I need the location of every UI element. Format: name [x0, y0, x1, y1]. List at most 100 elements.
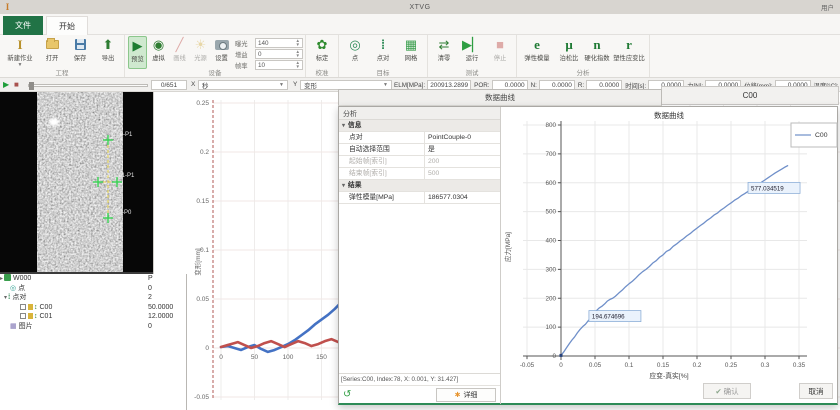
- svg-text:500: 500: [545, 209, 556, 216]
- mu-letter-icon: μ: [565, 36, 573, 52]
- frame-slider-thumb[interactable]: [29, 82, 34, 90]
- calibration-target-icon: ✿: [316, 36, 328, 52]
- specimen-image: C00-P1 C01-P0 C01-P1 C00-P0: [37, 92, 135, 272]
- open-folder-icon: [45, 38, 59, 49]
- property-group-result[interactable]: ▾ 结果: [339, 180, 500, 192]
- eye-icon: ◉: [152, 36, 165, 52]
- undo-icon[interactable]: ↺: [343, 389, 351, 400]
- run-icon: ▶▏: [462, 36, 482, 52]
- hardening-index-button[interactable]: n 硬化指数: [584, 36, 610, 69]
- svg-text:0.1: 0.1: [625, 362, 634, 369]
- tab-home[interactable]: 开始: [46, 16, 88, 35]
- x-axis-select[interactable]: 秒 ▼: [198, 80, 288, 90]
- sun-icon: ☀: [194, 36, 207, 52]
- point-button[interactable]: ◎ 点: [342, 36, 368, 69]
- grid-button[interactable]: ▦ 网格: [398, 36, 424, 69]
- new-job-icon: I: [17, 36, 23, 52]
- expander-icon[interactable]: ▸: [0, 276, 3, 282]
- title-bar: I XTVG 用户: [0, 0, 840, 14]
- tag-icon: [28, 303, 33, 310]
- job-icon: [4, 274, 12, 281]
- zero-button[interactable]: ⇄ 清零: [431, 36, 457, 69]
- svg-text:数据曲线: 数据曲线: [654, 110, 684, 120]
- svg-text:100: 100: [545, 324, 556, 331]
- ribbon-tab-bar: 文件 开始: [0, 14, 840, 35]
- svg-text:0: 0: [559, 362, 563, 369]
- property-row[interactable]: 弹性模量[MPa] 186577.0304: [339, 192, 500, 204]
- virtual-button[interactable]: ◉ 虚拟: [149, 36, 168, 69]
- bright-spot: [49, 118, 59, 126]
- user-label[interactable]: 用户: [821, 2, 834, 12]
- camera-image-panel[interactable]: C00-P1 C01-P0 C01-P1 C00-P0: [0, 92, 153, 272]
- calibrate-button[interactable]: ✿ 标定: [309, 36, 335, 69]
- data-curve-dialog: 分析 ▾ 信息 点对 PointCouple-0 自动选择范围 是 起始帧[索引…: [338, 106, 838, 405]
- chevron-down-icon: ▼: [383, 82, 388, 88]
- check-icon: ✔: [715, 387, 722, 396]
- svg-text:0.2: 0.2: [200, 149, 209, 156]
- svg-text:应变-真实[%]: 应变-真实[%]: [649, 371, 688, 380]
- tree-item-c01[interactable]: ↕ C01 12.0000: [0, 312, 186, 322]
- exposure-field[interactable]: 140 ▲ ▼: [255, 38, 303, 48]
- stop-playback-button[interactable]: ■: [14, 81, 19, 89]
- tree-item-points[interactable]: ◎ 点 0: [0, 284, 186, 294]
- grid-icon: ▦: [404, 36, 418, 52]
- tree-root-w000[interactable]: ▸ W000 P: [0, 274, 186, 284]
- document-tab-c00[interactable]: C00: [661, 86, 839, 105]
- pen-icon: ╱: [175, 36, 184, 52]
- svg-text:-0.05: -0.05: [520, 362, 535, 369]
- ribbon: I 新建作业 ▼ 打开 保存 ⬆ 导出 工程 ▶ 预览 ◉ 虚拟 ╱ 画线 ☀ …: [0, 35, 840, 78]
- panel-header: 分析: [339, 107, 500, 120]
- zero-arrows-icon: ⇄: [438, 36, 450, 52]
- n-letter-icon: n: [593, 36, 601, 52]
- property-row[interactable]: 点对 PointCouple-0: [339, 132, 500, 144]
- tree-item-point-pairs[interactable]: ▾⁞ 点对 2: [0, 293, 186, 303]
- tree-item-c00[interactable]: ↕ C00 50.0000: [0, 303, 186, 313]
- updown-icon: ↕: [34, 303, 38, 311]
- svg-text:-0.05: -0.05: [194, 394, 209, 401]
- preview-button[interactable]: ▶ 预览: [128, 36, 147, 69]
- export-button[interactable]: ⬆ 导出: [95, 36, 121, 69]
- svg-text:0.2: 0.2: [693, 362, 702, 369]
- frame-counter[interactable]: 0/651: [151, 80, 187, 90]
- window-title: XTVG: [409, 3, 431, 11]
- confirm-button[interactable]: ✔ 确认: [703, 383, 751, 399]
- y-axis-label: Y: [293, 81, 298, 88]
- camera-settings-button[interactable]: 设置: [212, 36, 231, 69]
- gain-field[interactable]: 0 ▲ ▼: [255, 49, 303, 59]
- elastic-modulus-button[interactable]: e 弹性模量: [520, 36, 554, 69]
- tree-item-images[interactable]: ▦ 图片 0: [0, 322, 186, 332]
- expander-icon[interactable]: ▾: [4, 295, 7, 301]
- save-button[interactable]: 保存: [67, 36, 93, 69]
- svg-text:0.35: 0.35: [793, 362, 806, 369]
- tab-file[interactable]: 文件: [3, 16, 43, 35]
- svg-text:C00: C00: [815, 132, 828, 139]
- point-pair-button[interactable]: ⁞ 点对: [370, 36, 396, 69]
- property-row[interactable]: 自动选择范围 是: [339, 144, 500, 156]
- image-icon: ▦: [10, 322, 17, 330]
- svg-text:200: 200: [545, 295, 556, 302]
- new-job-button[interactable]: I 新建作业 ▼: [3, 36, 37, 69]
- svg-text:600: 600: [545, 180, 556, 187]
- dialog-title-bar[interactable]: 数据曲线: [338, 89, 662, 106]
- save-icon: [74, 39, 86, 50]
- cancel-button[interactable]: 取消: [799, 383, 833, 399]
- run-button[interactable]: ▶▏ 运行: [459, 36, 485, 69]
- frame-slider[interactable]: [28, 82, 148, 90]
- checkbox[interactable]: [20, 303, 26, 310]
- plastic-strain-ratio-button[interactable]: r 塑性应变比: [612, 36, 646, 69]
- stop-icon: ■: [496, 37, 504, 52]
- property-group-info[interactable]: ▾ 信息: [339, 120, 500, 132]
- analysis-properties-panel: 分析 ▾ 信息 点对 PointCouple-0 自动选择范围 是 起始帧[索引…: [339, 107, 501, 404]
- play-button[interactable]: ▶: [3, 81, 9, 89]
- checkbox[interactable]: [20, 313, 26, 319]
- play-icon: ▶: [132, 37, 143, 53]
- svg-text:800: 800: [545, 122, 556, 129]
- stop-button: ■ 停止: [493, 37, 507, 62]
- svg-text:0.25: 0.25: [196, 100, 209, 107]
- application-window: I XTVG 用户 文件 开始 I 新建作业 ▼ 打开 保存 ⬆ 导出 工程 ▶…: [0, 0, 840, 410]
- poisson-ratio-button[interactable]: μ 泊松比: [556, 36, 582, 69]
- updown-icon: ↕: [34, 313, 38, 320]
- open-button[interactable]: 打开: [39, 36, 65, 69]
- detail-button[interactable]: ✱ 详细: [436, 388, 496, 402]
- marker-label: C00-P1: [112, 132, 133, 138]
